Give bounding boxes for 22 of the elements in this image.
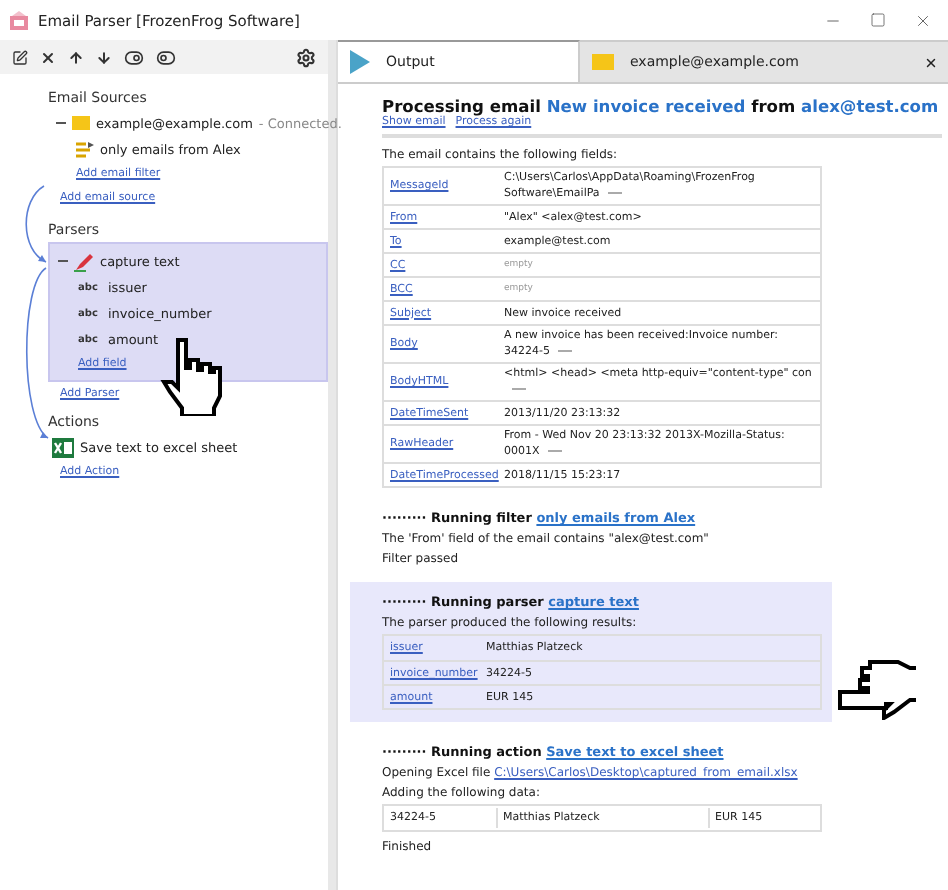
folder-icon bbox=[72, 116, 90, 130]
toggle-off-icon[interactable] bbox=[156, 47, 176, 67]
close-tab-icon[interactable] bbox=[924, 55, 938, 69]
arrow-down-icon[interactable] bbox=[96, 49, 112, 65]
collapse-icon[interactable] bbox=[56, 118, 66, 128]
processing-heading: Processing email New invoice received from alex@test.com bbox=[382, 96, 941, 116]
pen-icon bbox=[74, 251, 94, 271]
settings-icon[interactable] bbox=[296, 47, 316, 67]
close-icon[interactable] bbox=[914, 11, 932, 29]
connector-arrow bbox=[25, 185, 47, 263]
app-icon bbox=[8, 9, 30, 31]
arrow-up-icon[interactable] bbox=[68, 49, 84, 65]
spreadsheet-icon bbox=[52, 437, 74, 457]
edit-icon[interactable] bbox=[12, 49, 28, 65]
hand-cursor-icon bbox=[160, 336, 224, 416]
maximize-icon[interactable] bbox=[870, 12, 886, 28]
delete-icon[interactable] bbox=[40, 49, 56, 65]
hand-cursor-icon bbox=[836, 660, 916, 720]
play-icon bbox=[350, 50, 370, 74]
filter-icon bbox=[76, 141, 94, 157]
folder-icon bbox=[592, 54, 614, 70]
toggle-on-icon[interactable] bbox=[124, 47, 144, 67]
